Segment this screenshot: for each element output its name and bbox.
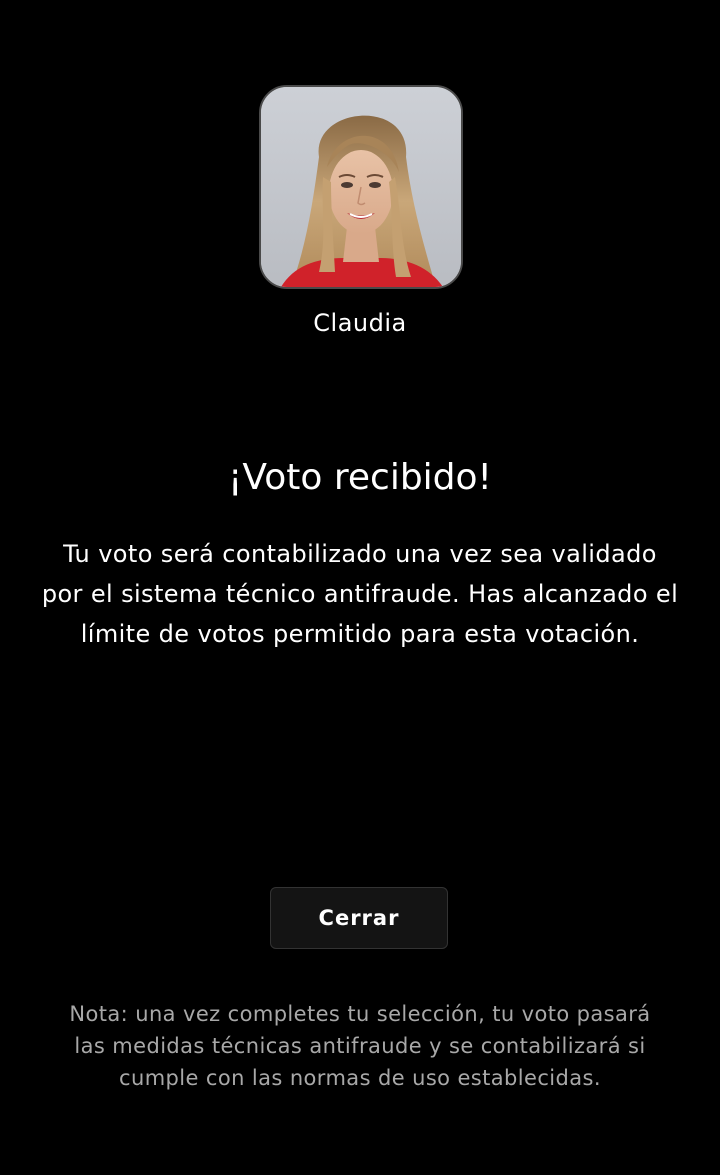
- contestant-avatar: [259, 85, 463, 289]
- contestant-portrait: [261, 87, 461, 287]
- vote-confirmation-screen: Claudia ¡Voto recibido! Tu voto será con…: [0, 0, 720, 1175]
- close-button[interactable]: Cerrar: [270, 887, 448, 949]
- contestant-name: Claudia: [313, 309, 407, 337]
- confirmation-message: Tu voto será contabilizado una vez sea v…: [41, 540, 679, 648]
- confirmation-title: ¡Voto recibido!: [228, 457, 492, 498]
- footer-note: Nota: una vez completes tu selección, tu…: [69, 1002, 651, 1090]
